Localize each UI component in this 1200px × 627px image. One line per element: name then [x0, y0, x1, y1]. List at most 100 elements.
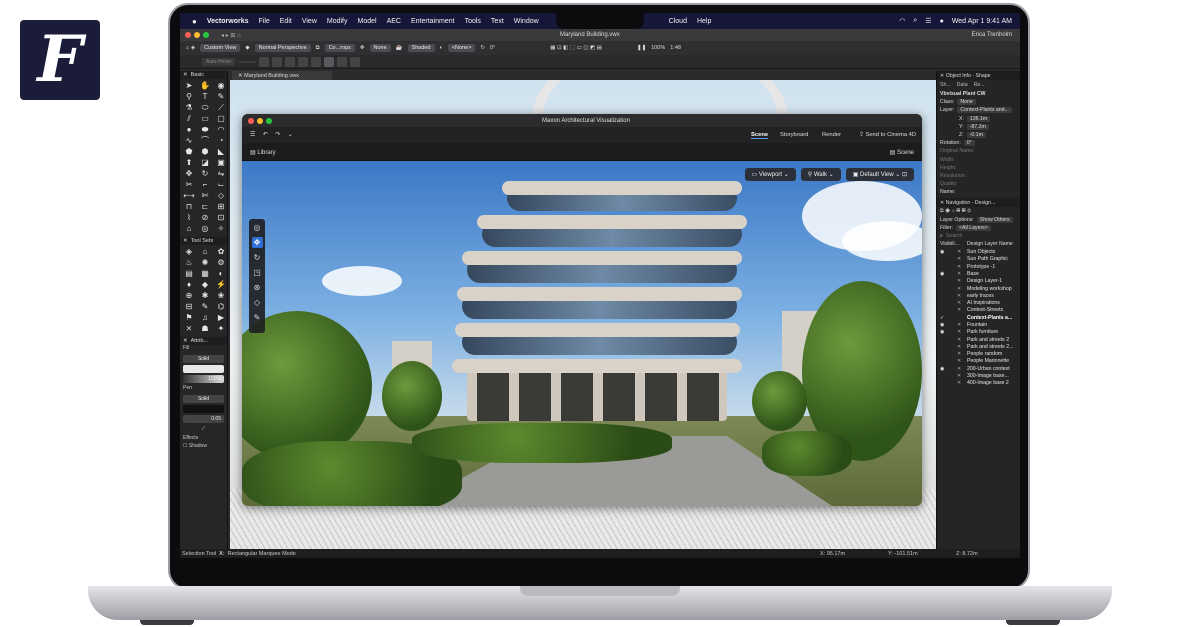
projection-dropdown[interactable]: Normal Perspective: [254, 44, 311, 52]
snap-mode[interactable]: [238, 60, 257, 63]
video-toolset-icon[interactable]: ▶: [215, 313, 227, 322]
search-icon[interactable]: ⌕: [913, 17, 917, 25]
fill-style-dropdown[interactable]: Solid: [183, 355, 224, 363]
class-dropdown[interactable]: None: [957, 99, 976, 106]
layer-list-item[interactable]: ✕ People random: [937, 351, 1020, 358]
attribute-tool-icon[interactable]: ⬭: [199, 103, 211, 112]
line-tool-icon[interactable]: ⟋: [215, 103, 227, 112]
pan-tool-icon[interactable]: ✋: [199, 81, 211, 90]
rotate-tool-icon[interactable]: ↻: [199, 169, 211, 178]
arc-tool-icon[interactable]: ◠: [215, 125, 227, 134]
gray-x-icon[interactable]: ✕: [949, 358, 965, 364]
rounded-rect-tool-icon[interactable]: ▢: [215, 114, 227, 123]
render-mode-dropdown[interactable]: Shaded: [407, 44, 435, 52]
layer-options-dropdown[interactable]: Show Others: [976, 216, 1013, 223]
shadow-toggle[interactable]: ☐ Shadow: [180, 443, 227, 451]
slab-tool-icon[interactable]: ⊡: [215, 213, 227, 222]
document-tab[interactable]: ✕ Maryland Building.vwx: [232, 71, 332, 80]
control-center-icon[interactable]: ☰: [925, 17, 931, 25]
dimension-tool-icon[interactable]: ⟷: [183, 191, 195, 200]
layer-search[interactable]: ⌕ Search: [937, 232, 1020, 240]
water-toolset-icon[interactable]: ◆: [199, 280, 211, 289]
filter-dropdown[interactable]: <All Layers>: [955, 224, 991, 231]
circle-tool-icon[interactable]: ●: [183, 125, 195, 134]
menu-file[interactable]: File: [258, 18, 269, 25]
library-button[interactable]: ▤ Library: [250, 149, 276, 156]
menu-model[interactable]: Model: [358, 18, 377, 25]
layer-list-item[interactable]: ✕ Modeling workshop: [937, 285, 1020, 292]
door-tool-icon[interactable]: ⊏: [199, 202, 211, 211]
menu-text[interactable]: Text: [491, 18, 504, 25]
menu-app-name[interactable]: Vectorworks: [207, 18, 249, 25]
gray-x-icon[interactable]: ✕: [949, 337, 965, 343]
visualization-toolset-icon[interactable]: ◐: [215, 269, 227, 278]
viewport-dropdown[interactable]: ▭ Viewport ⌄: [744, 168, 796, 181]
checkbox-icon[interactable]: ☐: [183, 443, 187, 449]
gray-x-icon[interactable]: ✕: [949, 264, 965, 270]
menu-view[interactable]: View: [302, 18, 317, 25]
tab-scene[interactable]: Scene: [751, 132, 769, 139]
layer-list-item[interactable]: ◉ ✕ Base: [937, 270, 1020, 277]
shell-tool-icon[interactable]: ▣: [215, 158, 227, 167]
layer-list-item[interactable]: ✕ People Marionette: [937, 358, 1020, 365]
menu-window[interactable]: Window: [514, 18, 539, 25]
tool-icons[interactable]: ▦ ⊡ ◧ ⬚ ▭ ◫ ◩ ▤: [550, 45, 602, 51]
rigging-toolset-icon[interactable]: ⌬: [215, 302, 227, 311]
pen-style-dropdown[interactable]: Solid: [183, 395, 224, 403]
view-dropdown[interactable]: Custom View: [200, 44, 241, 52]
push-pull-tool-icon[interactable]: ⬆: [183, 158, 195, 167]
zoom-tool-icon[interactable]: ⚲: [183, 92, 195, 101]
line-end-icon[interactable]: ⟋: [183, 425, 224, 433]
mode-button[interactable]: [272, 56, 283, 67]
mirror-tool-icon[interactable]: ⇋: [215, 169, 227, 178]
layer-list-item[interactable]: ✕ Sun Path Graphic: [937, 256, 1020, 263]
zoom-button[interactable]: [266, 117, 272, 124]
angle-value[interactable]: 0°: [490, 45, 495, 51]
fill-color-swatch[interactable]: [183, 365, 224, 373]
regular-polygon-tool-icon[interactable]: ⬢: [199, 147, 211, 156]
view-icons[interactable]: ⌂ ◈: [186, 45, 195, 51]
y-field[interactable]: -87.2m: [966, 123, 989, 130]
detail-toolset-icon[interactable]: ▤: [183, 269, 195, 278]
menu-edit[interactable]: Edit: [280, 18, 292, 25]
layer-list-item[interactable]: ◉ ✕ Sun Objects: [937, 248, 1020, 255]
class-dropdown[interactable]: None: [369, 44, 391, 52]
freehand-tool-icon[interactable]: ∿: [183, 136, 195, 145]
layer-list-item[interactable]: ✕ Park and streets 2...: [937, 343, 1020, 350]
scale-value[interactable]: 1:48: [670, 45, 681, 51]
minimize-button[interactable]: [194, 32, 200, 38]
brush-icon[interactable]: ✎: [252, 312, 263, 323]
space-toolset-icon[interactable]: ▦: [199, 269, 211, 278]
fire-toolset-icon[interactable]: ♦: [183, 280, 195, 289]
layer-list-item[interactable]: ✕ early traces: [937, 292, 1020, 299]
layer-list-item[interactable]: ✕ 300-Image base...: [937, 372, 1020, 379]
trim-tool-icon[interactable]: ✂: [183, 180, 195, 189]
layer-list-item[interactable]: ◉ ✕ Fountain: [937, 321, 1020, 328]
menu-entertainment[interactable]: Entertainment: [411, 18, 455, 25]
user-name[interactable]: Erica Trenholm: [972, 32, 1012, 38]
window-tool-icon[interactable]: ⊞: [215, 202, 227, 211]
navigation-tab-icons[interactable]: ⧉ ◆ ⌂ ▤ ▦ ⚙: [937, 207, 1020, 215]
menu-tools[interactable]: Tools: [465, 18, 481, 25]
mode-button[interactable]: [298, 56, 309, 67]
close-button[interactable]: [248, 117, 254, 124]
gray-x-icon[interactable]: ✕: [949, 329, 965, 335]
play-pause-icon[interactable]: ❚❚: [637, 45, 646, 51]
menu-cloud[interactable]: Cloud: [669, 18, 687, 25]
reshape-tool-icon[interactable]: ◇: [215, 191, 227, 200]
event-toolset-icon[interactable]: ☗: [199, 324, 211, 333]
default-view-dropdown[interactable]: ▣ Default View ⌄ ⊡: [845, 168, 914, 181]
mode-button[interactable]: [337, 56, 348, 67]
viz-menu-icons[interactable]: ☰ ↶ ↷ ⌄: [250, 132, 296, 138]
menu-modify[interactable]: Modify: [327, 18, 348, 25]
roof-tool-icon[interactable]: ⌂: [183, 224, 195, 233]
render-viewport[interactable]: ◎ ✥ ↻ ◳ ⊛ ◇ ✎: [242, 161, 922, 506]
spiral-tool-icon[interactable]: ◔: [215, 136, 227, 145]
close-icon[interactable]: ✕: [183, 238, 188, 244]
mode-button[interactable]: [350, 56, 361, 67]
none-dropdown[interactable]: <None>: [447, 44, 476, 52]
gray-x-icon[interactable]: ✕: [949, 344, 965, 350]
layer-list-item[interactable]: ✕ Prototype -1: [937, 263, 1020, 270]
eye-icon[interactable]: ◉: [940, 322, 947, 328]
wall-tool-icon[interactable]: ⊓: [183, 202, 195, 211]
